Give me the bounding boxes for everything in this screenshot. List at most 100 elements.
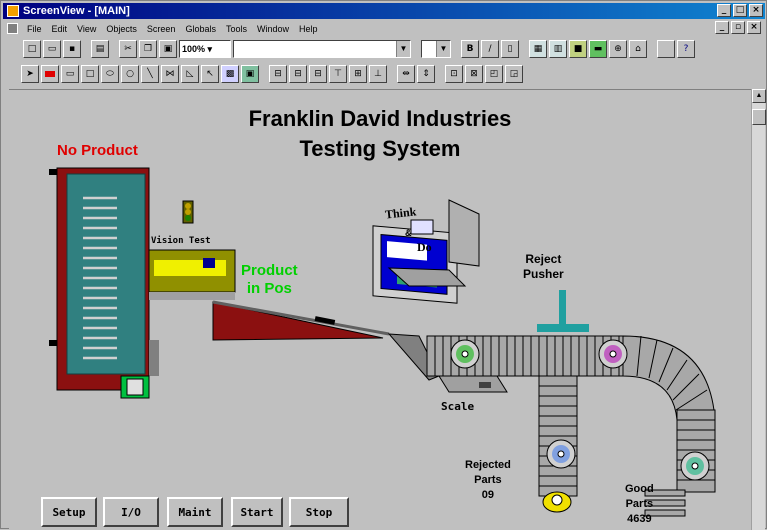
zoom-select[interactable]: 100% ▾ — [179, 40, 231, 58]
size-combo[interactable]: ▼ — [421, 40, 451, 58]
network-icon[interactable]: ⌂ — [629, 40, 647, 58]
paste-icon[interactable]: ▣ — [159, 40, 177, 58]
io-button[interactable]: I/O — [103, 497, 159, 527]
menu-help[interactable]: Help — [299, 24, 318, 34]
bold-icon[interactable]: B — [461, 40, 479, 58]
menu-bar: File Edit View Objects Screen Globals To… — [3, 20, 765, 37]
trash-icon[interactable]: ▯ — [501, 40, 519, 58]
app-icon[interactable] — [7, 5, 19, 17]
monitor-logo-amp: & — [405, 228, 412, 238]
font-combo[interactable]: ▼ — [233, 40, 411, 58]
reject-pusher-line1: Reject — [525, 252, 562, 266]
setup-button[interactable]: Setup — [41, 497, 97, 527]
close-button[interactable]: × — [749, 4, 763, 17]
mdi-close-button[interactable]: × — [747, 21, 761, 34]
cd-product-icon — [546, 439, 576, 469]
polygon-icon[interactable]: ◺ — [181, 65, 199, 83]
good-parts-display: Good Parts 4639 — [625, 482, 654, 527]
menu-objects[interactable]: Objects — [106, 24, 137, 34]
menu-file[interactable]: File — [27, 24, 42, 34]
align-left-icon[interactable]: ⊟ — [269, 65, 287, 83]
ungroup-icon[interactable]: ⊠ — [465, 65, 483, 83]
cabinet-latch — [49, 169, 57, 175]
minimize-button[interactable]: _ — [717, 4, 731, 17]
no-product-indicator: No Product — [57, 142, 138, 159]
group-icon[interactable]: ⊡ — [445, 65, 463, 83]
hmi-screen-canvas[interactable]: Franklin David Industries Testing System… — [9, 89, 751, 530]
save-icon[interactable]: ▪ — [63, 40, 81, 58]
scroll-up-icon[interactable]: ▲ — [752, 89, 766, 103]
product-in-pos-line2: in Pos — [246, 280, 292, 297]
space-h-icon[interactable]: ⇹ — [397, 65, 415, 83]
print-icon[interactable]: ▤ — [91, 40, 109, 58]
menu-tools[interactable]: Tools — [226, 24, 247, 34]
scale-label: Scale — [441, 400, 475, 413]
scroll-thumb[interactable] — [752, 109, 766, 125]
open-folder-icon[interactable]: ▭ — [43, 40, 61, 58]
rejected-label-line1: Rejected — [465, 459, 511, 471]
menu-globals[interactable]: Globals — [185, 24, 216, 34]
rejected-parts-display: Rejected Parts 09 — [465, 458, 511, 503]
menu-edit[interactable]: Edit — [52, 24, 68, 34]
vision-base — [149, 292, 235, 300]
cut-icon[interactable]: ✂ — [119, 40, 137, 58]
screen-title-line1: Franklin David Industries — [248, 106, 512, 131]
polyline-icon[interactable]: ⋈ — [161, 65, 179, 83]
chart-icon[interactable]: ▥ — [549, 40, 567, 58]
new-file-icon[interactable]: □ — [23, 40, 41, 58]
arc-icon[interactable]: ↖ — [201, 65, 219, 83]
vision-test-label: Vision Test — [151, 236, 211, 246]
bitmap-icon[interactable]: ▣ — [241, 65, 259, 83]
reject-pusher-line2: Pusher — [523, 267, 564, 281]
copy-icon[interactable]: ❐ — [139, 40, 157, 58]
mdi-minimize-button[interactable]: _ — [715, 21, 729, 34]
title-bar[interactable]: ScreenView - [MAIN] _ □ × — [3, 3, 765, 19]
reject-pusher-rod — [559, 290, 566, 326]
align-top-icon[interactable]: ⊤ — [329, 65, 347, 83]
space-v-icon[interactable]: ⇕ — [417, 65, 435, 83]
menu-view[interactable]: View — [77, 24, 96, 34]
mdi-restore-button[interactable]: ▫ — [731, 21, 745, 34]
doc-icon[interactable] — [7, 23, 18, 34]
align-middle-icon[interactable]: ⊞ — [349, 65, 367, 83]
zoom-in-icon[interactable]: ⊕ — [609, 40, 627, 58]
color-icon[interactable]: ■ — [569, 40, 587, 58]
line-icon[interactable]: ╲ — [141, 65, 159, 83]
menu-screen[interactable]: Screen — [147, 24, 176, 34]
menu-window[interactable]: Window — [257, 24, 289, 34]
align-right-icon[interactable]: ⊟ — [309, 65, 327, 83]
help-icon[interactable]: ? — [677, 40, 695, 58]
reject-pusher-label: Reject Pusher — [523, 252, 564, 282]
bar-icon[interactable]: ▬ — [589, 40, 607, 58]
filled-rect-icon[interactable] — [41, 65, 59, 83]
good-label-line2: Parts — [625, 498, 654, 510]
screen-icon[interactable]: ▦ — [529, 40, 547, 58]
ellipse-icon[interactable]: ⬭ — [101, 65, 119, 83]
circle-icon[interactable]: ○ — [121, 65, 139, 83]
pointer-icon[interactable]: ➤ — [21, 65, 39, 83]
vertical-scrollbar[interactable]: ▲ — [751, 89, 766, 530]
rect-icon[interactable]: ▭ — [61, 65, 79, 83]
maint-button[interactable]: Maint — [167, 497, 223, 527]
picture-icon[interactable]: ▩ — [221, 65, 239, 83]
start-button[interactable]: Start — [231, 497, 283, 527]
line-style-icon[interactable]: / — [481, 40, 499, 58]
chevron-down-icon[interactable]: ▼ — [436, 41, 450, 57]
standard-toolbar: □ ▭ ▪ ▤ ✂ ❐ ▣ 100% ▾ ▼ ▼ B / ▯ ▦ ▥ ■ ▬ ⊕… — [3, 38, 765, 60]
stop-button[interactable]: Stop — [289, 497, 349, 527]
rejected-count: 09 — [481, 489, 495, 501]
zoom-value: 100% — [182, 44, 206, 54]
cabinet-base — [149, 340, 159, 376]
rejected-label-line2: Parts — [474, 474, 502, 486]
align-center-icon[interactable]: ⊟ — [289, 65, 307, 83]
cabinet-panel — [66, 173, 146, 375]
cd-product-icon — [450, 339, 480, 369]
send-back-icon[interactable]: ◲ — [505, 65, 523, 83]
chevron-down-icon[interactable]: ▼ — [396, 41, 410, 57]
blank-icon[interactable] — [657, 40, 675, 58]
bring-front-icon[interactable]: ◰ — [485, 65, 503, 83]
square-icon[interactable]: □ — [81, 65, 99, 83]
align-bottom-icon[interactable]: ⊥ — [369, 65, 387, 83]
maximize-button[interactable]: □ — [733, 4, 747, 17]
window-title: ScreenView - [MAIN] — [23, 5, 130, 17]
